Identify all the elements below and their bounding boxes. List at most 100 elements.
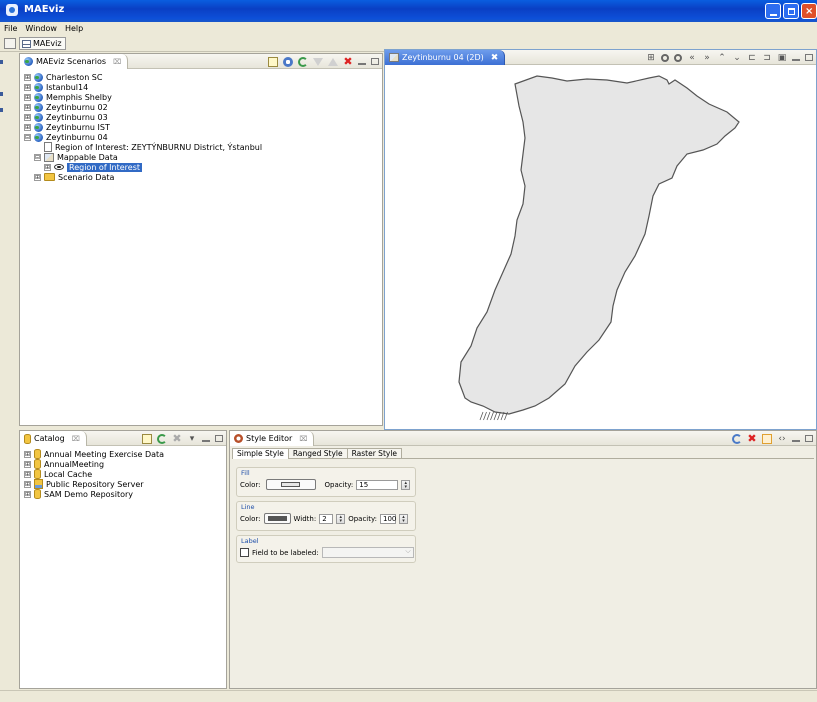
tree-item-selected[interactable]: ⊞ Region of Interest xyxy=(24,162,378,172)
pan-right-icon[interactable]: » xyxy=(702,53,712,63)
tree-item[interactable]: ⊟ Zeytinburnu 04 xyxy=(24,132,378,142)
export-icon[interactable]: ▣ xyxy=(777,53,787,63)
close-tab-icon[interactable]: ✖ xyxy=(491,53,499,63)
fill-opacity-input[interactable]: 15 xyxy=(356,479,399,490)
move-down-icon[interactable] xyxy=(313,57,323,66)
pan-left-icon[interactable]: « xyxy=(687,53,697,63)
document-icon xyxy=(44,142,52,152)
refresh-icon[interactable] xyxy=(157,433,167,444)
expand-icon[interactable]: ⊞ xyxy=(24,103,31,111)
info-icon[interactable]: ⊐ xyxy=(762,53,772,63)
new-scenario-icon[interactable] xyxy=(268,56,278,67)
expand-icon[interactable]: ⊞ xyxy=(24,480,31,488)
open-perspective-button[interactable] xyxy=(4,38,16,49)
fill-opacity-stepper[interactable]: ▴ ▾ xyxy=(401,479,411,490)
delete-icon[interactable]: ✖ xyxy=(747,433,757,444)
maximize-button[interactable] xyxy=(783,3,799,19)
delete-icon[interactable]: ✖ xyxy=(172,433,182,444)
tree-item[interactable]: ⊞ Scenario Data xyxy=(24,172,378,182)
field-select[interactable] xyxy=(321,547,414,558)
minimize-button[interactable] xyxy=(765,3,781,19)
line-width-stepper[interactable]: ▴ ▾ xyxy=(336,513,346,524)
line-width-input[interactable]: 2 xyxy=(319,513,334,524)
style-icon[interactable] xyxy=(762,433,772,444)
menu-help[interactable]: Help xyxy=(65,22,83,36)
tree-item[interactable]: ⊞ Annual Meeting Exercise Data xyxy=(24,449,222,459)
apply-icon[interactable] xyxy=(732,433,742,444)
field-label-checkbox[interactable] xyxy=(240,548,249,557)
expand-icon[interactable]: ⊞ xyxy=(24,93,31,101)
tree-item[interactable]: ⊞ Charleston SC xyxy=(24,72,378,82)
close-tab-icon[interactable]: ⌧ xyxy=(113,58,121,66)
expand-icon[interactable]: ⊞ xyxy=(34,173,41,181)
fill-opacity-label: Opacity: xyxy=(324,480,354,489)
globe-icon xyxy=(34,92,43,102)
maximize-view-icon[interactable] xyxy=(371,58,379,65)
zoom-in-icon[interactable] xyxy=(661,53,669,62)
line-opacity-input[interactable]: 100 xyxy=(380,513,396,524)
collapse-icon[interactable]: ⊟ xyxy=(34,153,41,161)
navigate-icon[interactable]: ‹› xyxy=(777,434,787,444)
expand-icon[interactable]: ⊞ xyxy=(24,83,31,91)
maximize-view-icon[interactable] xyxy=(215,435,223,442)
close-icon: × xyxy=(805,6,814,17)
move-up-icon[interactable] xyxy=(328,57,338,66)
tree-item[interactable]: ⊞ Istanbul14 xyxy=(24,82,378,92)
refresh-icon[interactable] xyxy=(298,56,308,67)
tree-item[interactable]: ⊞ Public Repository Server xyxy=(24,479,222,489)
expand-icon[interactable]: ⊞ xyxy=(24,123,31,131)
maximize-view-icon[interactable] xyxy=(805,435,813,442)
tree-item[interactable]: ⊟ Mappable Data xyxy=(24,152,378,162)
tab-catalog[interactable]: Catalog ⌧ xyxy=(20,431,87,446)
menu-file[interactable]: File xyxy=(4,22,17,36)
expand-icon[interactable]: ⊞ xyxy=(44,163,51,171)
tree-item[interactable]: ⊞ Memphis Shelby xyxy=(24,92,378,102)
line-opacity-stepper[interactable]: ▴ ▾ xyxy=(399,513,408,524)
line-color-button[interactable] xyxy=(263,513,291,524)
tab-maeviz-scenarios[interactable]: MAEviz Scenarios ⌧ xyxy=(20,54,129,69)
settings-icon[interactable] xyxy=(283,56,293,67)
new-catalog-icon[interactable] xyxy=(142,433,152,444)
tab-style-editor[interactable]: Style Editor ⌧ xyxy=(230,431,315,446)
tab-map-2d[interactable]: Zeytinburnu 04 (2D) ✖ xyxy=(385,50,506,65)
menu-window[interactable]: Window xyxy=(25,22,57,36)
tree-item[interactable]: ⊞ AnnualMeeting xyxy=(24,459,222,469)
tree-item[interactable]: ⊞ Local Cache xyxy=(24,469,222,479)
maximize-view-icon[interactable] xyxy=(805,54,813,61)
expand-icon[interactable]: ⊞ xyxy=(24,450,31,458)
tree-item[interactable]: ⊞ Zeytinburnu IST xyxy=(24,122,378,132)
eye-icon[interactable] xyxy=(54,164,64,170)
full-extent-icon[interactable]: ⊞ xyxy=(646,53,656,63)
expand-icon[interactable]: ⊞ xyxy=(24,490,31,498)
minimize-view-icon[interactable] xyxy=(358,59,366,65)
line-group: Line Color: Width: 2 ▴ ▾ Opacity: 100 ▴ ▾ xyxy=(236,501,416,531)
expand-icon[interactable]: ⊞ xyxy=(24,470,31,478)
tab-simple-style[interactable]: Simple Style xyxy=(232,448,289,459)
pan-up-icon[interactable]: ⌃ xyxy=(717,53,727,63)
tree-item[interactable]: ⊞ Zeytinburnu 02 xyxy=(24,102,378,112)
hatch-line xyxy=(483,411,487,421)
expand-icon[interactable]: ⊞ xyxy=(24,73,31,81)
minimize-view-icon[interactable] xyxy=(202,436,210,442)
close-tab-icon[interactable]: ⌧ xyxy=(72,435,80,443)
hatch-line xyxy=(490,411,494,421)
map-canvas[interactable] xyxy=(387,66,814,427)
tree-item[interactable]: Region of Interest: ZEYTÝNBURNU District… xyxy=(24,142,378,152)
expand-icon[interactable]: ⊞ xyxy=(24,460,31,468)
delete-icon[interactable]: ✖ xyxy=(343,56,353,67)
title-bar: MAEviz × xyxy=(0,0,817,22)
minimize-view-icon[interactable] xyxy=(792,55,800,61)
expand-icon[interactable]: ⊞ xyxy=(24,113,31,121)
select-icon[interactable]: ⊏ xyxy=(747,53,757,63)
perspective-tab-maeviz[interactable]: MAEviz xyxy=(19,37,66,50)
pan-down-icon[interactable]: ⌄ xyxy=(732,53,742,63)
tree-item[interactable]: ⊞ Zeytinburnu 03 xyxy=(24,112,378,122)
collapse-icon[interactable]: ⊟ xyxy=(24,133,31,141)
fill-color-button[interactable] xyxy=(265,479,316,490)
zoom-out-icon[interactable] xyxy=(674,53,682,62)
close-tab-icon[interactable]: ⌧ xyxy=(299,435,307,443)
minimize-view-icon[interactable] xyxy=(792,436,800,442)
close-button[interactable]: × xyxy=(801,3,817,19)
tree-item[interactable]: ⊞ SAM Demo Repository xyxy=(24,489,222,499)
view-menu-icon[interactable]: ▾ xyxy=(187,434,197,444)
